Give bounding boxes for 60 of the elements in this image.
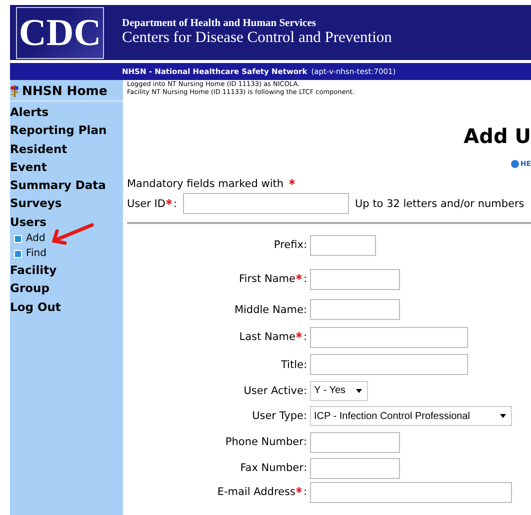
text-field[interactable]: [310, 482, 512, 502]
help-icon: [511, 160, 520, 168]
dropdown[interactable]: ICP - Infection Control Professional: [310, 406, 512, 426]
text-field[interactable]: [310, 234, 376, 256]
colon: :: [303, 410, 307, 422]
dropdown[interactable]: Y - Yes: [310, 380, 368, 400]
nav-item[interactable]: Summary Data: [10, 176, 123, 194]
colon: :: [303, 462, 307, 474]
text-field[interactable]: [310, 432, 400, 452]
cdc-logo: CDC: [16, 6, 104, 58]
text-field[interactable]: [310, 268, 400, 290]
colon: :: [303, 304, 307, 316]
home-link[interactable]: NHSN Home: [10, 83, 123, 102]
text-field[interactable]: [310, 354, 468, 375]
field-label: Last Name: [239, 331, 296, 343]
colon: :: [303, 358, 307, 370]
nav-item[interactable]: Users: [10, 212, 123, 232]
field-label: Prefix: [274, 239, 304, 251]
colon: :: [303, 239, 307, 251]
bullet-icon: [14, 250, 22, 258]
nav-item[interactable]: Group: [10, 279, 123, 298]
nav-item[interactable]: Resident: [10, 140, 123, 158]
nav-item[interactable]: Surveys: [10, 194, 123, 213]
field-label: User Active: [244, 384, 304, 396]
bullet-icon: [14, 234, 22, 243]
nav-subitem[interactable]: Add: [10, 231, 123, 246]
page-title: Add U: [464, 124, 531, 148]
colon: :: [303, 331, 307, 343]
colon: :: [303, 384, 307, 396]
nav-subitem[interactable]: Find: [10, 246, 123, 262]
text-field[interactable]: [310, 458, 400, 478]
field-label: Fax Number: [240, 462, 304, 474]
nav-item[interactable]: Reporting Plan: [10, 121, 123, 140]
department-name: Department of Health and Human Services: [122, 18, 317, 29]
field-label: User Type: [252, 410, 304, 422]
nav-item[interactable]: Event: [10, 158, 123, 176]
colon: :: [303, 273, 307, 285]
mandatory-note: Mandatory fields marked with: [127, 178, 284, 190]
nav-item[interactable]: Alerts: [10, 103, 123, 122]
agency-name: Centers for Disease Control and Prevention: [122, 29, 392, 47]
field-label: Phone Number: [225, 436, 304, 448]
field-label: Middle Name: [234, 304, 304, 316]
annotation-arrow: [52, 223, 94, 245]
text-field[interactable]: [310, 326, 468, 348]
nav-item[interactable]: Facility: [10, 261, 123, 280]
field-label: Title: [280, 358, 304, 370]
colon: :: [303, 486, 307, 498]
required-asterisk-icon: [288, 179, 295, 185]
user-id-field[interactable]: [183, 193, 349, 214]
caret-icon: [500, 414, 506, 418]
caduceus-icon: [10, 84, 19, 96]
colon: :: [173, 198, 177, 210]
text-field[interactable]: [310, 299, 400, 320]
field-label: E-mail Address: [217, 486, 296, 498]
field-label: First Name: [239, 273, 296, 285]
caret-icon: [356, 388, 362, 392]
colon: :: [303, 436, 307, 448]
field-label: User ID: [127, 198, 166, 210]
field-hint: Up to 32 letters and/or numbers: [355, 198, 524, 210]
nav-item[interactable]: Log Out: [10, 298, 123, 316]
